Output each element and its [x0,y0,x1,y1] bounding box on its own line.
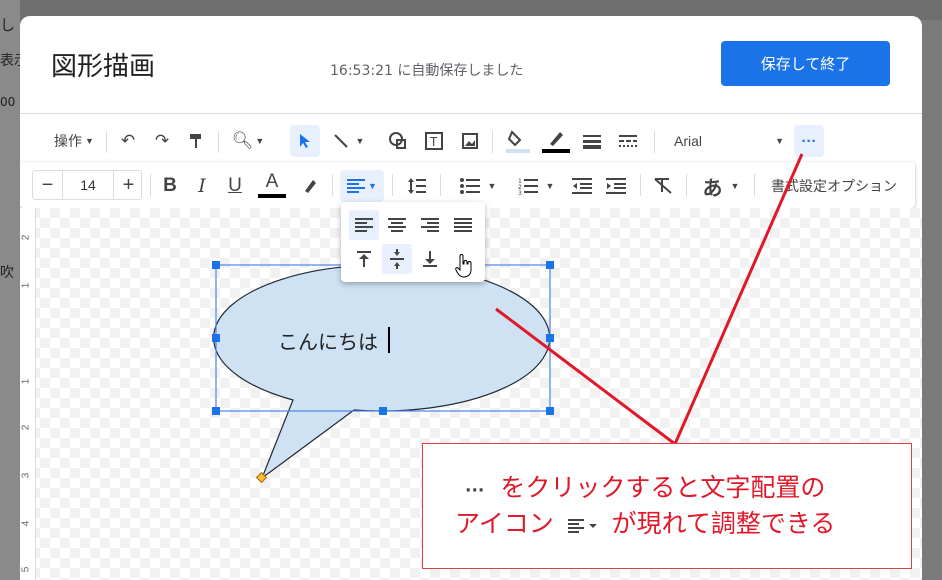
vertical-align-top-icon[interactable] [349,244,379,274]
background-document [0,0,20,580]
vertical-align-middle-icon[interactable] [382,244,412,274]
more-icon-text: ··· [465,481,485,501]
annotation-line-2-start: アイコン [455,509,554,538]
alignment-popup [341,202,485,282]
annotation-arrow [673,153,804,445]
hand-cursor-icon [455,254,473,283]
background-document-right [920,20,942,580]
annotation-line-1: をクリックすると文字配置の [500,473,826,502]
align-left-icon [567,511,600,540]
background-text: 吹 [0,265,14,281]
shape-text[interactable]: こんにちは [278,326,378,355]
background-text: し [0,16,16,34]
align-center-icon[interactable] [382,210,412,240]
annotation-line-2-end: が現れて調整できる [611,509,836,538]
text-cursor [388,327,390,353]
annotation-callout: ··· をクリックすると文字配置の アイコン が現れて調整できる [422,443,912,569]
align-left-icon[interactable] [349,210,379,240]
background-text: 00 [0,95,16,109]
align-justify-icon[interactable] [448,210,478,240]
align-right-icon[interactable] [415,210,445,240]
vertical-align-bottom-icon[interactable] [415,244,445,274]
drawing-dialog: 図形描画 16:53:21 に自動保存しました 保存して終了 操作 ▼ ↶ ↷ … [20,16,922,580]
